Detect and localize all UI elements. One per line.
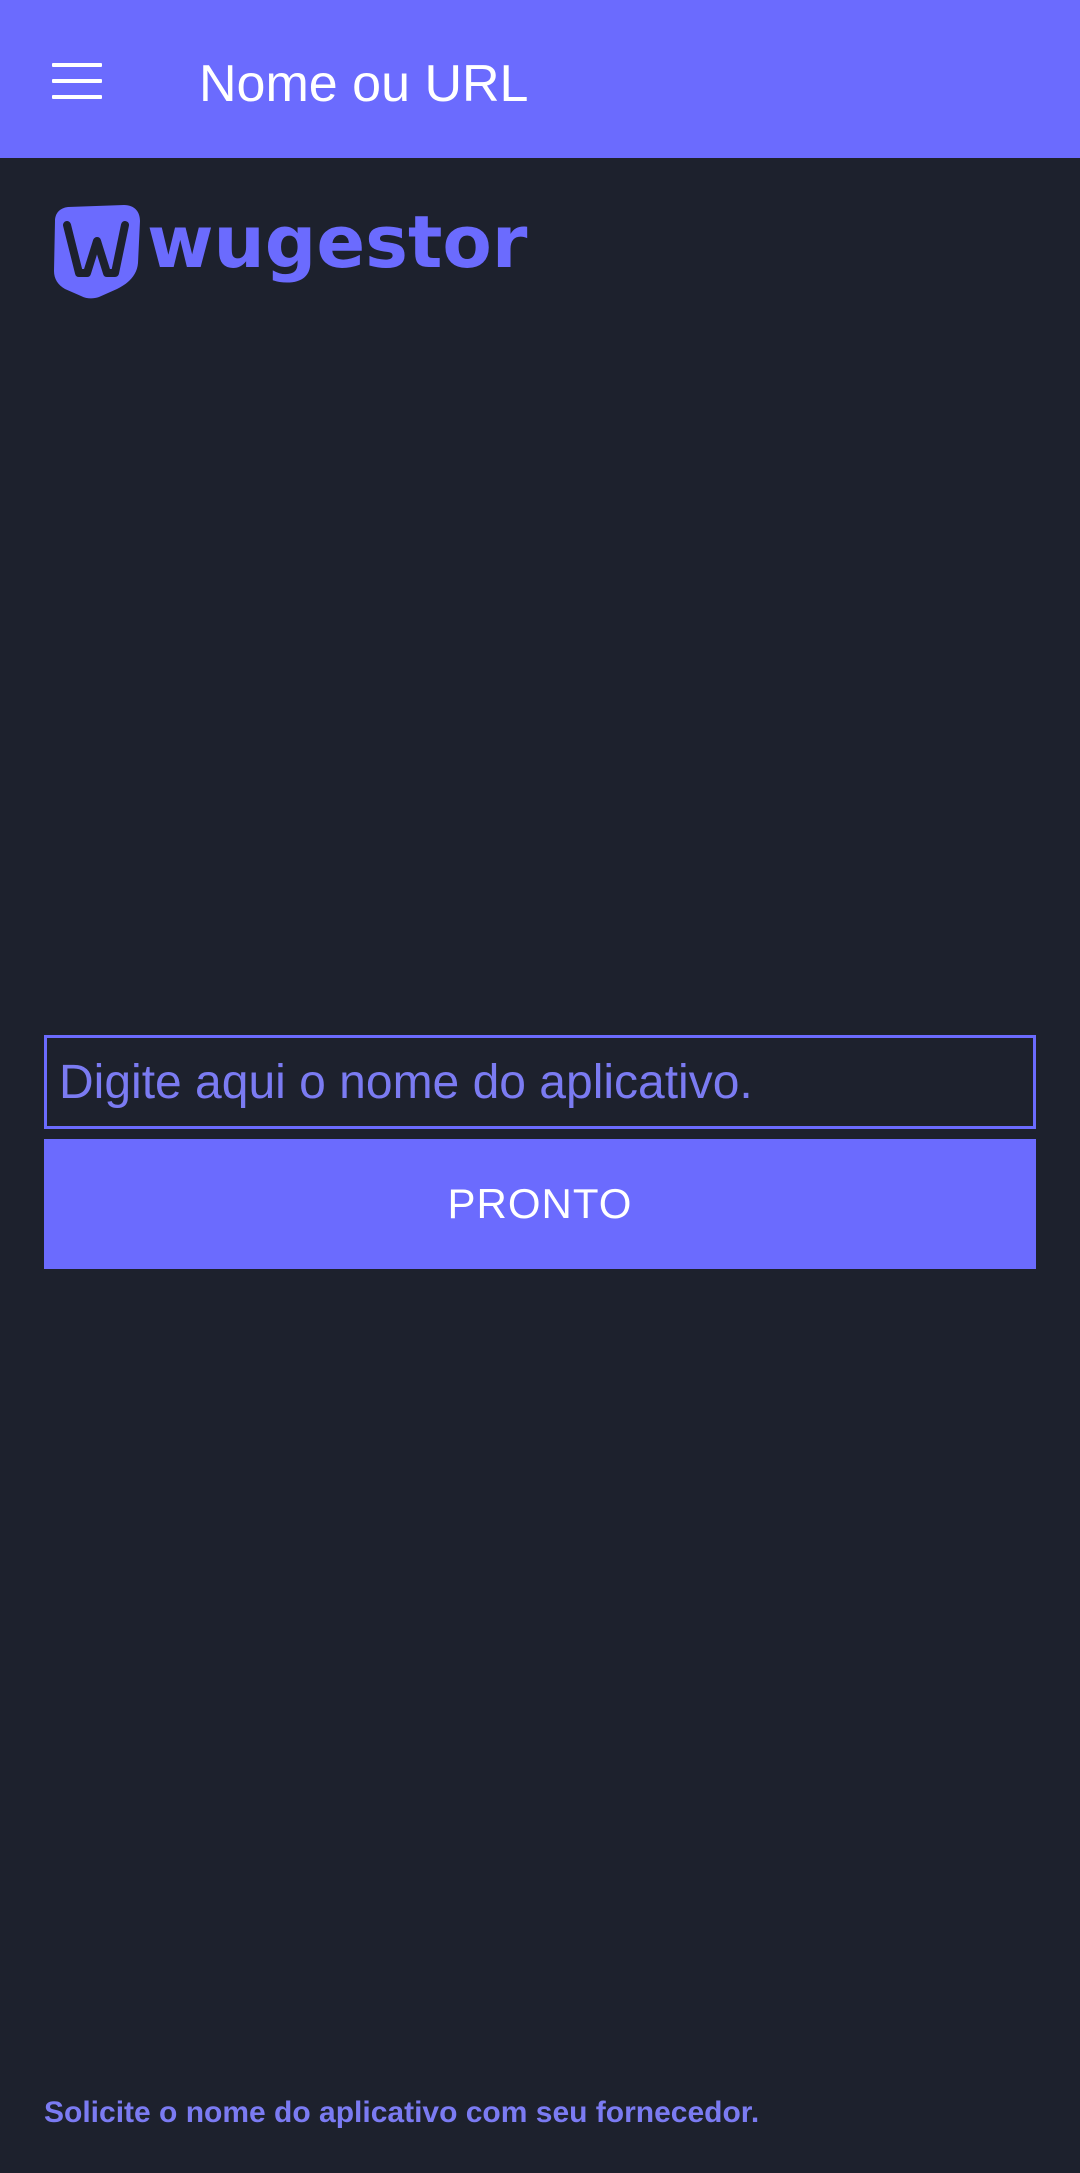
footer-hint: Solicite o nome do aplicativo com seu fo… (44, 2096, 760, 2129)
pronto-button[interactable]: PRONTO (44, 1139, 1036, 1269)
menu-button[interactable] (30, 34, 124, 128)
app-name-input[interactable] (44, 1035, 1036, 1129)
app-bar: Nome ou URL (0, 0, 1080, 158)
page-title: Nome ou URL (199, 55, 529, 113)
wugestor-logo: wugestor (51, 199, 531, 299)
logo-wordmark: wugestor (147, 200, 528, 284)
